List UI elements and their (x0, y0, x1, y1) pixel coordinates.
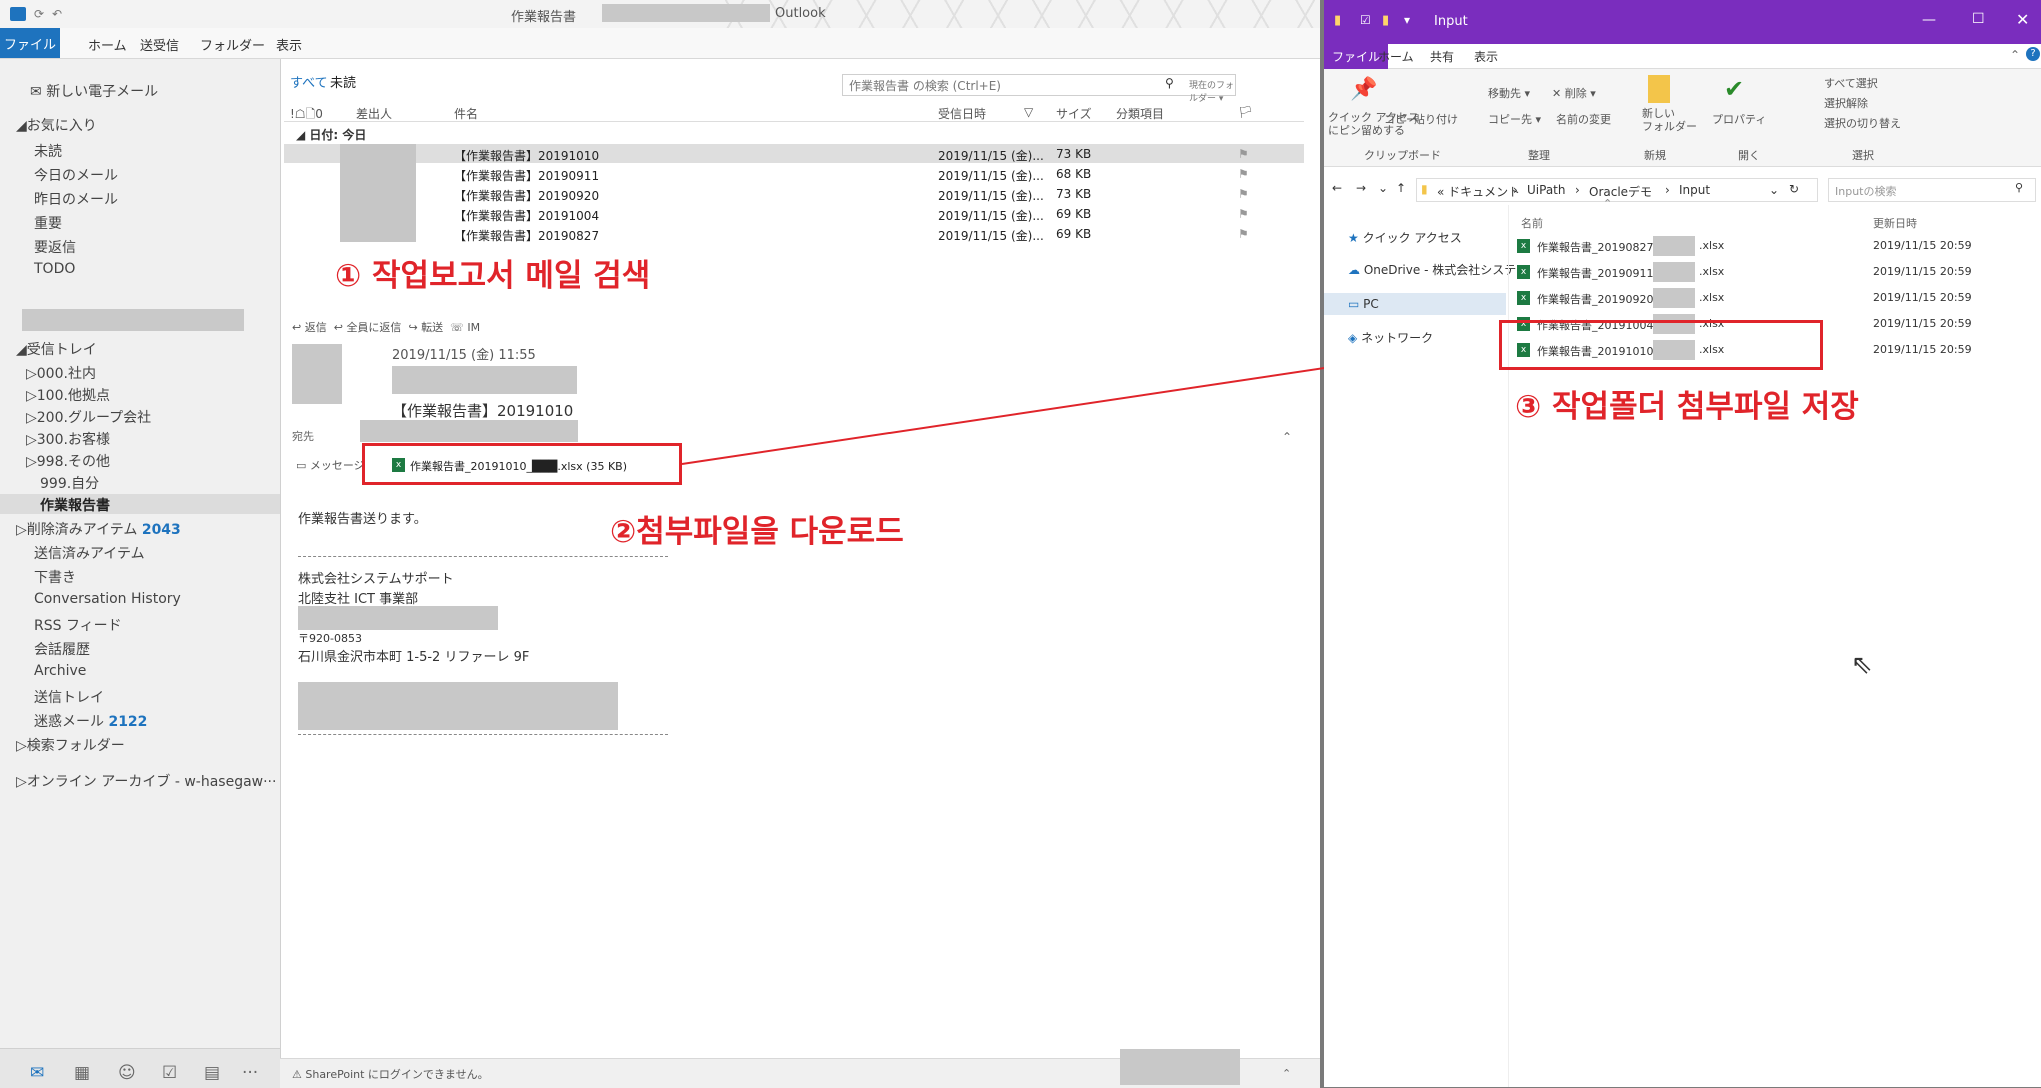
explorer-search-input[interactable]: Inputの検索 ⚲ (1828, 178, 2036, 202)
mouse-cursor-icon: ⇖ (1851, 650, 1873, 680)
properties-button[interactable]: プロパティ (1712, 111, 1766, 127)
delete-button[interactable]: ✕ 削除 ▾ (1552, 85, 1596, 101)
maximize-icon[interactable]: ☐ (1972, 11, 1985, 27)
nav-onedrive-label: OneDrive - 株式会社システ (1363, 263, 1517, 277)
group-open: 開く (1738, 149, 1760, 162)
column-modified[interactable]: 更新日時 (1873, 215, 1917, 231)
rename-button[interactable]: 名前の変更 (1556, 111, 1611, 127)
column-name[interactable]: 名前 (1521, 215, 1543, 231)
recent-icon[interactable]: ⌄ (1378, 181, 1388, 195)
path-sep-3: › (1665, 183, 1670, 197)
nav-quick-access[interactable]: ★ クイック アクセス (1348, 229, 1462, 246)
file-extension: .xlsx (1699, 265, 1725, 278)
file-name: 作業報告書_20190920_ (1537, 293, 1659, 306)
nav-network-label: ネットワーク (1361, 331, 1434, 345)
ribbon-home: 📌 クイック アクセス にピン留めする コピー 貼り付け 移動先 ▾ ✕ 削除 … (1324, 69, 2041, 167)
redacted-filename-part (1653, 288, 1695, 308)
qat-properties-icon[interactable]: ☑ (1360, 13, 1371, 27)
file-modified: 2019/11/15 20:59 (1873, 265, 1972, 278)
redacted-filename-part (1653, 262, 1695, 282)
pc-icon: ▭ (1348, 297, 1360, 311)
properties-icon: ✔ (1724, 75, 1745, 103)
explorer-window: ▮ ☑ ▮ ▾ Input — ☐ ✕ ファイル ホーム 共有 表示 ⌃ ? 📌… (1324, 0, 2041, 1087)
qat-new-folder-icon[interactable]: ▮ (1382, 13, 1389, 28)
back-icon[interactable]: ← (1332, 181, 1342, 195)
group-select: 選択 (1852, 149, 1874, 162)
path-segment-uipath[interactable]: UiPath (1527, 183, 1565, 197)
path-sep-1: › (1513, 183, 1518, 197)
new-folder-icon (1648, 75, 1670, 103)
qat-dropdown-icon[interactable]: ▾ (1404, 13, 1410, 27)
path-segment-documents[interactable]: « ドキュメント (1437, 183, 1520, 200)
excel-file-icon: x (1517, 265, 1530, 279)
tab-share[interactable]: 共有 (1430, 48, 1454, 65)
move-to-button[interactable]: 移動先 ▾ (1488, 85, 1530, 101)
star-icon: ★ (1348, 231, 1359, 245)
file-row[interactable]: x 作業報告書_20190827_ .xlsx 2019/11/15 20:59 (1509, 235, 2041, 257)
file-list: ⌃ 名前 更新日時 x 作業報告書_20190827_ .xlsx 2019/11/1… (1499, 197, 2041, 1087)
forward-icon[interactable]: → (1356, 181, 1366, 195)
file-extension: .xlsx (1699, 239, 1725, 252)
copy-to-button[interactable]: コピー先 ▾ (1488, 111, 1541, 127)
group-clipboard: クリップボード (1364, 149, 1441, 162)
file-modified: 2019/11/15 20:59 (1873, 291, 1972, 304)
tab-view[interactable]: 表示 (1474, 48, 1498, 65)
group-new: 新規 (1644, 149, 1666, 162)
path-segment-oracle[interactable]: Oracleデモ (1589, 183, 1652, 200)
file-extension: .xlsx (1699, 291, 1725, 304)
nav-onedrive[interactable]: ☁ OneDrive - 株式会社システ (1348, 261, 1516, 278)
annotation-step3: ③ 작업폴더 첨부파일 저장 (1515, 389, 1859, 425)
pin-icon[interactable]: 📌 (1350, 77, 1377, 102)
cloud-icon: ☁ (1348, 263, 1360, 277)
nav-pc-label: PC (1363, 297, 1379, 311)
copy-button[interactable]: コピー (1384, 111, 1417, 127)
address-bar: ← → ⌄ ↑ ▮ « ドキュメント › UiPath › Oracleデモ ›… (1324, 175, 2041, 205)
excel-file-icon: x (1517, 239, 1530, 253)
new-folder-button[interactable]: 新しい フォルダー (1642, 107, 1697, 133)
explorer-titlebar: ▮ ☑ ▮ ▾ Input — ☐ ✕ (1324, 0, 2041, 44)
explorer-search-placeholder: Inputの検索 (1835, 185, 1897, 198)
file-name: 作業報告書_20190911_ (1537, 267, 1659, 280)
close-icon[interactable]: ✕ (2016, 10, 2029, 29)
select-none-button[interactable]: 選択解除 (1824, 95, 1868, 111)
file-modified: 2019/11/15 20:59 (1873, 343, 1972, 356)
nav-network[interactable]: ◈ ネットワーク (1348, 329, 1433, 346)
path-dropdown-icon[interactable]: ⌄ (1769, 183, 1779, 197)
file-modified: 2019/11/15 20:59 (1873, 239, 1972, 252)
file-row[interactable]: x 作業報告書_20190920_ .xlsx 2019/11/15 20:59 (1509, 287, 2041, 309)
address-path[interactable]: ▮ « ドキュメント › UiPath › Oracleデモ › Input ⌄… (1416, 178, 1818, 202)
file-modified: 2019/11/15 20:59 (1873, 317, 1972, 330)
redacted-filename-part (1653, 236, 1695, 256)
path-folder-icon: ▮ (1421, 182, 1428, 196)
sort-arrow-icon: ⌃ (1603, 197, 1613, 210)
explorer-search-icon[interactable]: ⚲ (2015, 181, 2023, 194)
tab-home[interactable]: ホーム (1378, 48, 1414, 65)
explorer-nav-pane: ★ クイック アクセス ☁ OneDrive - 株式会社システ ▭ PC ◈ … (1324, 205, 1516, 1087)
minimize-icon[interactable]: — (1922, 12, 1936, 28)
nav-quick-access-label: クイック アクセス (1362, 231, 1462, 245)
file-name: 作業報告書_20190827_ (1537, 241, 1659, 254)
paste-button[interactable]: 貼り付け (1414, 111, 1458, 127)
group-organize: 整理 (1528, 149, 1550, 162)
help-icon[interactable]: ? (2026, 47, 2040, 61)
annotation-box-saved-file (1499, 320, 1823, 370)
up-icon[interactable]: ↑ (1396, 181, 1406, 195)
network-icon: ◈ (1348, 331, 1358, 345)
refresh-icon[interactable]: ↻ (1789, 182, 1799, 196)
file-row[interactable]: x 作業報告書_20190911_ .xlsx 2019/11/15 20:59 (1509, 261, 2041, 283)
folder-icon: ▮ (1334, 13, 1342, 28)
ribbon-tabs: ファイル ホーム 共有 表示 ⌃ ? (1324, 44, 2041, 69)
select-all-button[interactable]: すべて選択 (1824, 75, 1878, 91)
path-segment-input[interactable]: Input (1679, 183, 1710, 197)
excel-file-icon: x (1517, 291, 1530, 305)
ribbon-collapse-icon[interactable]: ⌃ (2010, 48, 2020, 62)
invert-selection-button[interactable]: 選択の切り替え (1824, 115, 1901, 131)
explorer-title: Input (1434, 14, 1468, 29)
path-sep-2: › (1575, 183, 1580, 197)
nav-pc[interactable]: ▭ PC (1348, 297, 1379, 311)
